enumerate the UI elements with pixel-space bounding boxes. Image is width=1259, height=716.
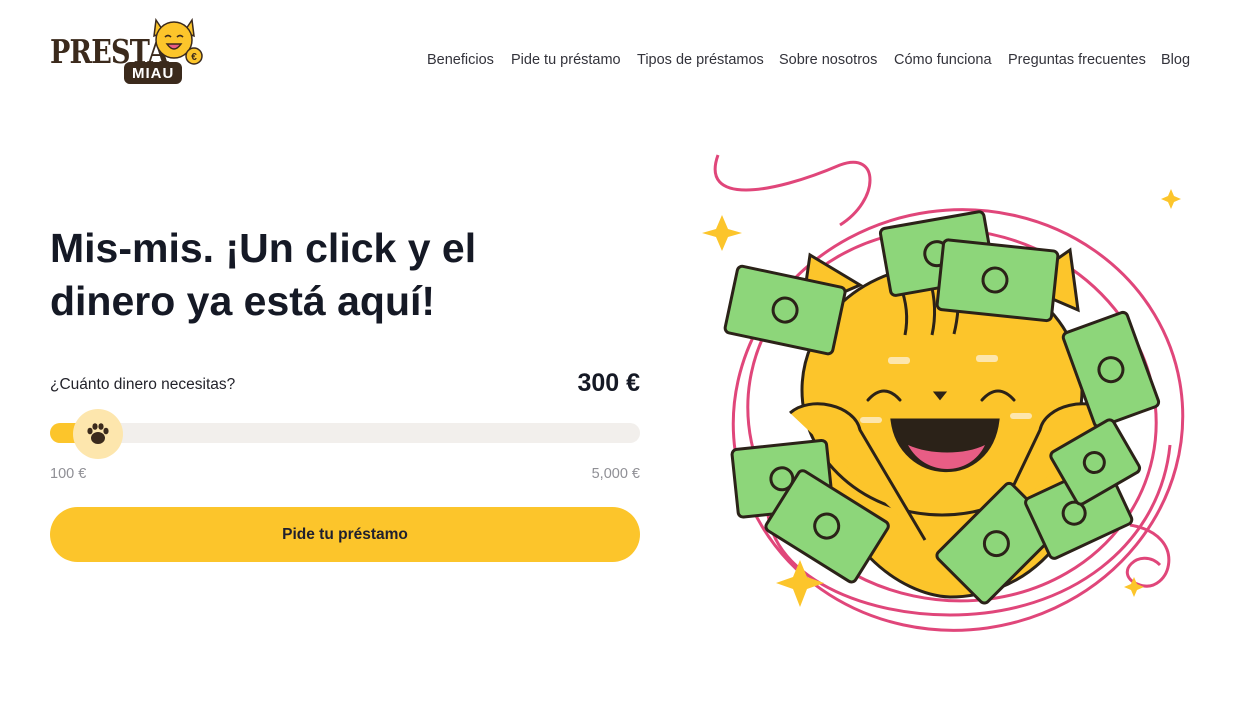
- presta-miau-logo[interactable]: PRESTA MIAU €: [48, 10, 213, 90]
- happy-cat-money-illustration: [702, 154, 1185, 632]
- slider-min-label: 100 €: [50, 466, 87, 482]
- nav-preguntas-frecuentes[interactable]: Preguntas frecuentes: [1008, 52, 1146, 68]
- hero-headline-line-1: Mis-mis. ¡Un click y el: [50, 225, 477, 271]
- selected-amount: 300 €: [577, 369, 640, 397]
- nav-blog[interactable]: Blog: [1161, 52, 1190, 68]
- nav-beneficios[interactable]: Beneficios: [427, 52, 494, 68]
- site-header: PRESTA MIAU € Beneficios Pide tu préstam…: [0, 0, 1259, 120]
- slider-max-label: 5,000 €: [591, 466, 640, 482]
- nav-pide-tu-prestamo[interactable]: Pide tu préstamo: [511, 52, 621, 68]
- request-loan-button[interactable]: Pide tu préstamo: [50, 507, 640, 562]
- paw-icon: [87, 423, 109, 444]
- nav-tipos-de-prestamos[interactable]: Tipos de préstamos: [637, 52, 764, 68]
- nav-sobre-nosotros[interactable]: Sobre nosotros: [779, 52, 877, 68]
- amount-slider-track[interactable]: [50, 423, 640, 443]
- hero-headline-line-2: dinero ya está aquí!: [50, 278, 436, 324]
- main-nav: Beneficios Pide tu préstamo Tipos de pré…: [0, 52, 1259, 72]
- nav-como-funciona[interactable]: Cómo funciona: [894, 52, 992, 68]
- hero-headline: Mis-mis. ¡Un click y el dinero ya está a…: [50, 222, 610, 328]
- amount-slider-handle[interactable]: [73, 409, 123, 459]
- amount-question: ¿Cuánto dinero necesitas?: [50, 376, 236, 393]
